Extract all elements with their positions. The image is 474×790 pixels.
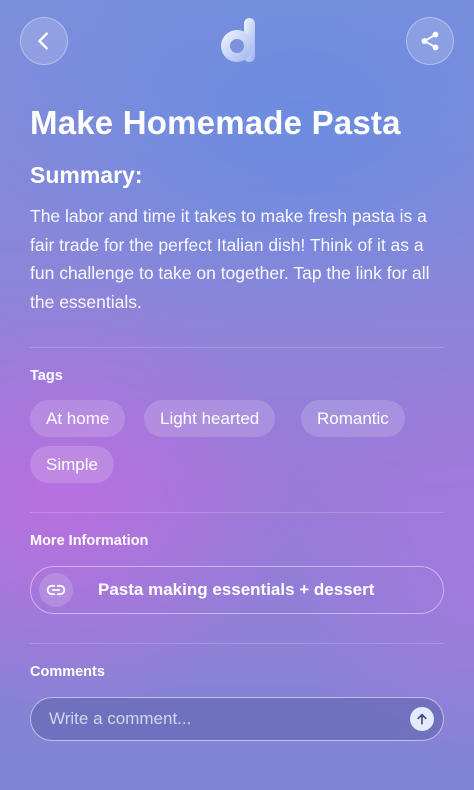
essentials-link[interactable]: Pasta making essentials + dessert xyxy=(30,566,444,614)
summary-text: The labor and time it takes to make fres… xyxy=(30,206,430,312)
send-comment-button[interactable] xyxy=(410,707,434,731)
tag-romantic[interactable]: Romantic xyxy=(301,400,405,437)
share-button[interactable] xyxy=(406,17,454,65)
arrow-up-icon xyxy=(417,713,427,725)
link-icon-wrap xyxy=(39,573,73,607)
back-button[interactable] xyxy=(20,17,68,65)
divider xyxy=(30,643,444,644)
chevron-left-icon xyxy=(38,32,48,50)
tag-light-hearted[interactable]: Light hearted xyxy=(144,400,276,437)
comment-box xyxy=(30,697,444,741)
d-logo-icon xyxy=(221,18,255,62)
tags-heading: Tags xyxy=(30,368,63,384)
divider xyxy=(30,347,444,348)
more-info-heading: More Information xyxy=(30,533,149,549)
divider xyxy=(30,512,444,513)
essentials-link-label: Pasta making essentials + dessert xyxy=(98,580,375,599)
link-icon xyxy=(46,584,66,596)
share-icon xyxy=(421,31,439,51)
page-title: Make Homemade Pasta xyxy=(30,104,401,141)
comment-input[interactable] xyxy=(49,698,399,740)
summary-heading: Summary: xyxy=(30,162,143,188)
tag-simple[interactable]: Simple xyxy=(30,446,114,483)
tag-at-home[interactable]: At home xyxy=(30,400,126,437)
comments-heading: Comments xyxy=(30,664,105,680)
